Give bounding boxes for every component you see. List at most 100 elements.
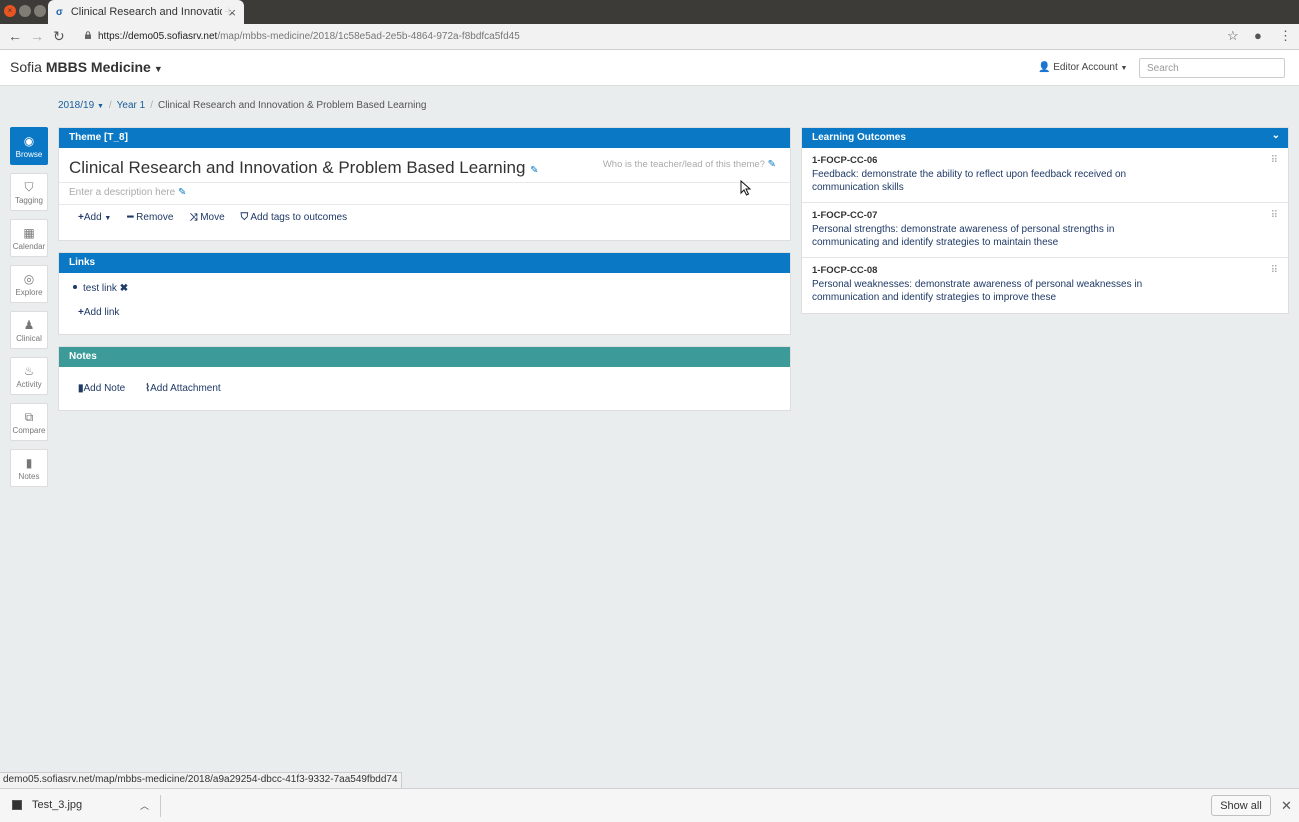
outcome-text[interactable]: Personal weaknesses: demonstrate awarene… (812, 278, 1147, 304)
rail-item-activity[interactable]: ♨ Activity (10, 357, 48, 395)
compass-icon: ◎ (23, 272, 35, 286)
mouse-cursor-icon (740, 180, 752, 196)
rail-item-tagging[interactable]: ⛉ Tagging (10, 173, 48, 211)
learning-outcomes-title: Learning Outcomes (812, 132, 906, 143)
download-item[interactable]: Test_3.jpg (12, 799, 82, 811)
link-item[interactable]: test link (83, 283, 117, 294)
breadcrumb-year[interactable]: 2018/19 ▼ (58, 100, 104, 111)
theme-description-placeholder: Enter a description here (69, 187, 176, 198)
brand-menu[interactable]: Sofia MBBS Medicine ▼ (10, 59, 163, 75)
app-header: Sofia MBBS Medicine ▼ 👤 Editor Account ▼ (0, 50, 1299, 86)
add-note-button[interactable]: ▮Add Note (78, 383, 125, 394)
breadcrumb-current: Clinical Research and Innovation & Probl… (157, 100, 427, 111)
bullet (73, 285, 77, 290)
image-file-icon (12, 800, 22, 810)
status-bar: demo05.sofiasrv.net/map/mbbs-medicine/20… (0, 772, 402, 788)
chevron-up-icon[interactable]: ︿ (140, 799, 149, 812)
rail-label: Compare (12, 426, 46, 435)
links-panel: Links test link ✖ +Add link (58, 252, 791, 335)
divider (59, 182, 790, 183)
rail-item-browse[interactable]: ◉ Browse (10, 127, 48, 165)
theme-description-field[interactable]: Enter a description here ✎ (69, 187, 186, 198)
theme-title-text: Clinical Research and Innovation & Probl… (69, 158, 526, 177)
fire-icon: ♨ (23, 364, 35, 378)
tags-icon: ⛉ (240, 212, 249, 223)
rail-label: Clinical (16, 334, 42, 343)
browser-tabstrip: × σ Clinical Research and Innovation & P… (0, 0, 1299, 24)
breadcrumb-separator: / (150, 100, 153, 111)
rail-label: Explore (15, 288, 43, 297)
outcome-text[interactable]: Personal strengths: demonstrate awarenes… (812, 223, 1147, 249)
window-close-button[interactable]: × (4, 5, 16, 17)
rail-label: Notes (18, 472, 40, 481)
add-tags-button[interactable]: ⛉ Add tags to outcomes (241, 212, 347, 223)
random-icon: ⤨ (189, 212, 198, 223)
rail-label: Tagging (14, 196, 44, 205)
show-all-button[interactable]: Show all (1211, 795, 1271, 816)
theme-lead-field[interactable]: Who is the teacher/lead of this theme? ✎ (603, 159, 776, 170)
account-menu[interactable]: 👤 Editor Account ▼ (1038, 62, 1127, 73)
link-list: test link ✖ (73, 283, 128, 294)
pencil-icon[interactable]: ✎ (768, 159, 776, 170)
window-maximize-button[interactable] (34, 5, 46, 17)
remove-button[interactable]: ━ Remove (127, 212, 173, 223)
theme-actions: +Add ▼ ━ Remove ⤨ Move ⛉ Add tags to out… (78, 212, 347, 223)
url-path: /map/mbbs-medicine/2018/1c58e5ad-2e5b-48… (217, 31, 520, 42)
outcome-item[interactable]: 1-FOCP-CC-08 Personal weaknesses: demons… (802, 258, 1288, 313)
rail-item-calendar[interactable]: ▦ Calendar (10, 219, 48, 257)
left-rail: ◉ Browse ⛉ Tagging ▦ Calendar ◎ Explore ♟ Cli… (10, 127, 48, 495)
drag-handle-icon[interactable]: ⠿ (1271, 155, 1278, 166)
address-bar[interactable]: https://demo05.sofiasrv.net/map/mbbs-med… (98, 31, 520, 42)
breadcrumb: 2018/19 ▼ / Year 1 / Clinical Research a… (58, 100, 426, 111)
caret-down-icon: ▼ (104, 215, 112, 222)
rail-item-explore[interactable]: ◎ Explore (10, 265, 48, 303)
drag-handle-icon[interactable]: ⠿ (1271, 265, 1278, 276)
pencil-icon[interactable]: ✎ (178, 187, 186, 198)
add-dropdown-button[interactable]: +Add ▼ (78, 212, 111, 223)
copy-icon: ⧉ (24, 410, 34, 424)
profile-icon[interactable]: ● (1254, 28, 1262, 43)
search-input[interactable] (1139, 58, 1285, 78)
caret-down-icon: ▼ (153, 64, 163, 74)
url-host: https://demo05.sofiasrv.net (98, 31, 218, 42)
back-icon[interactable]: ← (8, 28, 22, 44)
menu-icon[interactable]: ⋮ (1279, 28, 1292, 44)
rail-item-compare[interactable]: ⧉ Compare (10, 403, 48, 441)
calendar-icon: ▦ (23, 226, 35, 240)
breadcrumb-separator: / (108, 100, 112, 111)
outcome-text[interactable]: Feedback: demonstrate the ability to ref… (812, 168, 1147, 194)
remove-link-icon[interactable]: ✖ (120, 283, 128, 294)
collapse-chevron-icon[interactable]: ⌄ (1272, 130, 1280, 141)
browser-tab[interactable]: σ Clinical Research and Innovation & Pro… (48, 0, 244, 24)
notes-panel-header: Notes (59, 347, 790, 367)
brand-name: MBBS Medicine (45, 59, 151, 75)
rail-item-notes[interactable]: ▮ Notes (10, 449, 48, 487)
close-icon[interactable]: ✕ (1281, 798, 1292, 814)
notes-panel: Notes ▮Add Note ⌇Add Attachment (58, 346, 791, 411)
favicon-icon: σ (56, 6, 63, 18)
forward-icon[interactable]: → (30, 28, 44, 44)
breadcrumb-level[interactable]: Year 1 (117, 100, 146, 111)
tags-icon: ⛉ (24, 180, 34, 194)
pencil-icon[interactable]: ✎ (530, 165, 538, 176)
new-tab-button[interactable]: + (224, 2, 234, 22)
bookmark-star-icon[interactable]: ☆ (1227, 28, 1239, 44)
minus-icon: ━ (127, 212, 134, 223)
rail-label: Browse (15, 150, 43, 159)
theme-title[interactable]: Clinical Research and Innovation & Probl… (69, 158, 539, 178)
outcome-item[interactable]: 1-FOCP-CC-06 Feedback: demonstrate the a… (802, 148, 1288, 203)
outcome-code: 1-FOCP-CC-06 (812, 155, 878, 166)
reload-icon[interactable]: ↻ (53, 28, 65, 45)
rail-item-clinical[interactable]: ♟ Clinical (10, 311, 48, 349)
outcome-code: 1-FOCP-CC-07 (812, 210, 878, 221)
download-filename: Test_3.jpg (32, 799, 83, 811)
move-button[interactable]: ⤨ Move (189, 212, 224, 223)
outcome-item[interactable]: 1-FOCP-CC-07 Personal strengths: demonst… (802, 203, 1288, 258)
list-item: test link ✖ (73, 283, 128, 294)
theme-panel-header: Theme [T_8] (59, 128, 790, 148)
drag-handle-icon[interactable]: ⠿ (1271, 210, 1278, 221)
add-attachment-button[interactable]: ⌇Add Attachment (145, 383, 221, 394)
divider (59, 204, 790, 205)
window-minimize-button[interactable] (19, 5, 31, 17)
add-link-button[interactable]: +Add link (78, 307, 119, 318)
